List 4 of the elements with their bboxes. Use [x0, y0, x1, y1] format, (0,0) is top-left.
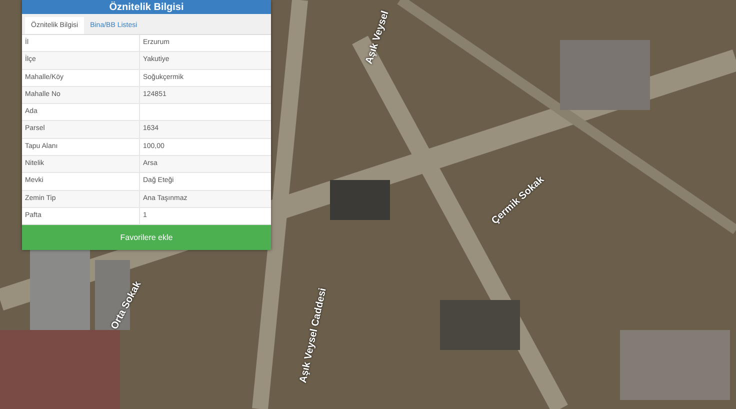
- street-label: Aşık Veysel Caddesi: [298, 287, 329, 384]
- street-label: Aşık Veysel: [364, 10, 392, 66]
- add-favorites-button[interactable]: Favorilere ekle: [22, 225, 271, 250]
- panel-title: Öznitelik Bilgisi: [109, 2, 184, 12]
